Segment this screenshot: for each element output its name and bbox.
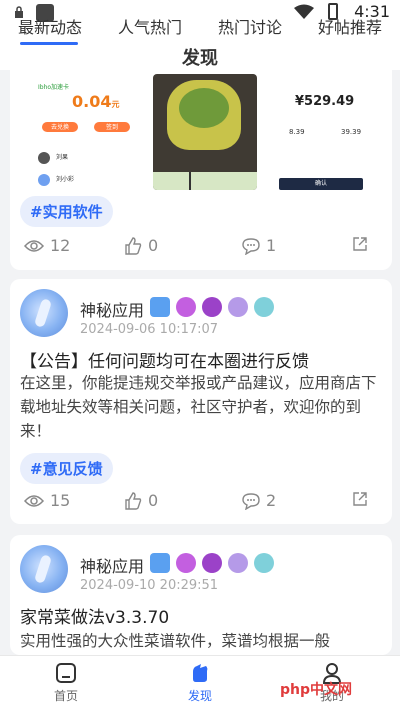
post-body: 实用性强的大众性菜谱软件，菜谱均根据一般: [20, 632, 331, 650]
views-counter: 12: [24, 236, 70, 255]
nav-discover[interactable]: 发现: [160, 662, 240, 704]
post-image-3[interactable]: ¥529.49 8.39 39.39 确认: [269, 74, 373, 190]
author-name[interactable]: 神秘应用: [80, 553, 144, 577]
share-icon: [353, 492, 367, 506]
eye-icon: [24, 239, 44, 252]
discover-icon: [193, 664, 208, 682]
avatar[interactable]: [20, 545, 68, 593]
shield-badge-icon: [150, 297, 170, 317]
post-body: 在这里，你能提违规交举报或产品建议，应用商店下载地址失效等相关问题，社区守护者，…: [20, 374, 377, 440]
tab-popular[interactable]: 人气热门: [118, 14, 182, 42]
watermark: php中文网: [279, 682, 352, 698]
bottom-nav: 首页 发现 我的 php中文网: [0, 655, 400, 711]
feed-tabs: 最新动态 人气热门 热门讨论 好帖推荐: [0, 14, 400, 42]
tab-hot-discussion[interactable]: 热门讨论: [218, 14, 282, 42]
level-badge-icon: [176, 553, 196, 573]
comment-button[interactable]: 2: [242, 491, 276, 510]
topic-tag[interactable]: #意见反馈: [20, 453, 113, 484]
tab-latest[interactable]: 最新动态: [18, 14, 82, 42]
post-author: 神秘应用 2024-09-10 20:29:51: [20, 545, 382, 595]
like-button[interactable]: 0: [124, 236, 158, 255]
comment-button[interactable]: 1: [242, 236, 276, 255]
medal-badge-icon: [202, 553, 222, 573]
author-name[interactable]: 神秘应用: [80, 297, 144, 321]
home-icon: [56, 663, 76, 683]
tab-recommended[interactable]: 好帖推荐: [318, 14, 382, 42]
author-badges: [150, 297, 280, 317]
post-date: 2024-09-06 10:17:07: [80, 322, 219, 337]
nav-home[interactable]: 首页: [26, 662, 106, 704]
post-images: Ibho加速卡 0.04元 去兑换 签到 刘果 刘小彩 ¥529.49 8.39…: [20, 74, 382, 190]
crystal-badge-icon: [254, 297, 274, 317]
crystal-badge-icon: [254, 553, 274, 573]
post-card[interactable]: Ibho加速卡 0.04元 去兑换 签到 刘果 刘小彩 ¥529.49 8.39…: [10, 64, 392, 270]
comment-icon: [242, 237, 260, 255]
page-title: 发现: [182, 48, 218, 69]
post-author: 神秘应用 2024-09-06 10:17:07: [20, 289, 382, 339]
comment-icon: [242, 492, 260, 510]
post-actions: 15 0 2: [10, 491, 392, 517]
post-title[interactable]: 【公告】任何问题均可在本圈进行反馈: [20, 347, 309, 372]
share-icon: [353, 237, 367, 251]
post-title[interactable]: 家常菜做法v3.3.70: [20, 603, 169, 628]
post-card[interactable]: 神秘应用 2024-09-06 10:17:07 【公告】任何问题均可在本圈进行…: [10, 279, 392, 524]
post-actions: 12 0 1: [10, 236, 392, 262]
eye-icon: [24, 494, 44, 507]
gem-badge-icon: [228, 297, 248, 317]
medal-badge-icon: [202, 297, 222, 317]
level-badge-icon: [176, 297, 196, 317]
gem-badge-icon: [228, 553, 248, 573]
thumbs-up-icon: [125, 491, 142, 510]
top-bar: 4:31 最新动态 人气热门 热门讨论 好帖推荐 发现: [0, 0, 400, 70]
author-badges: [150, 553, 280, 573]
post-date: 2024-09-10 20:29:51: [80, 578, 219, 593]
like-button[interactable]: 0: [124, 491, 158, 510]
shield-badge-icon: [150, 553, 170, 573]
avatar[interactable]: [20, 289, 68, 337]
share-button[interactable]: [352, 491, 374, 507]
share-button[interactable]: [352, 236, 374, 252]
topic-tag[interactable]: #实用软件: [20, 196, 113, 227]
post-image-1[interactable]: Ibho加速卡 0.04元 去兑换 签到 刘果 刘小彩: [28, 74, 146, 190]
post-card[interactable]: 神秘应用 2024-09-10 20:29:51 家常菜做法v3.3.70 实用…: [10, 535, 392, 655]
post-image-2[interactable]: [153, 74, 257, 190]
thumbs-up-icon: [125, 236, 142, 255]
views-counter: 15: [24, 491, 70, 510]
